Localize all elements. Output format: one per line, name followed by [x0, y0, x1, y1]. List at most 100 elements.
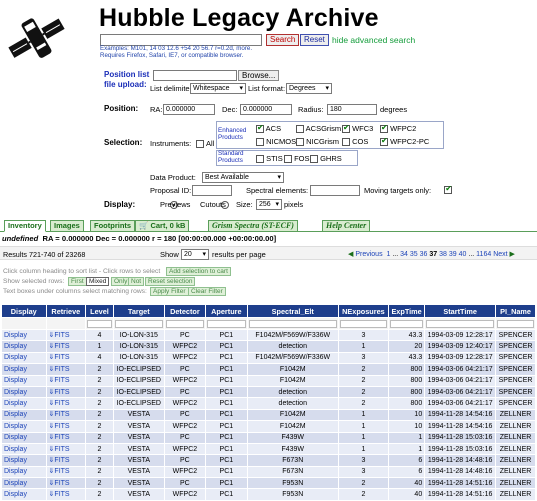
- ghrs-checkbox[interactable]: [310, 155, 318, 164]
- next-link[interactable]: Next: [493, 251, 507, 258]
- table-row[interactable]: Display ⇓FITS 2 VESTA WFPC2 PC1 F953N 2 40 1994-1…: [2, 489, 535, 500]
- file-path-input[interactable]: [153, 70, 237, 81]
- instrument-nicmos[interactable]: NICMOS: [256, 137, 296, 147]
- filter-input-level[interactable]: [87, 319, 112, 328]
- table-row[interactable]: Display ⇓FITS 1 IO-LON-315 WFPC2 PC1 detection…: [2, 341, 535, 352]
- fits-link[interactable]: ⇓FITS: [46, 443, 86, 455]
- tab-footprints[interactable]: Footprints: [90, 220, 136, 232]
- filter-input-aperture[interactable]: [207, 319, 246, 328]
- display-link[interactable]: Display: [4, 354, 27, 361]
- stis-checkbox[interactable]: [256, 155, 264, 164]
- column-header-spectral-elt[interactable]: Spectral_Elt: [247, 305, 338, 317]
- column-header-pi-name[interactable]: PI_Name: [496, 305, 535, 317]
- fits-link[interactable]: FITS: [54, 434, 69, 441]
- all-instruments-checkbox[interactable]: [196, 139, 204, 148]
- fits-link[interactable]: ⇓FITS: [46, 478, 86, 489]
- instrument-stis[interactable]: STIS: [256, 154, 283, 164]
- table-row[interactable]: Display ⇓FITS 2 VESTA PC PC1 F953N 2 40 1994-11-2…: [2, 478, 535, 489]
- fits-link[interactable]: FITS: [54, 400, 69, 407]
- fits-link[interactable]: FITS: [54, 411, 69, 418]
- previous-link[interactable]: Previous: [355, 251, 382, 258]
- mixed-button[interactable]: Mixed: [86, 277, 110, 286]
- display-link[interactable]: Display: [2, 386, 46, 398]
- table-row[interactable]: Display ⇓FITS 2 IO-ECLIPSED PC PC1 detection 2 8…: [2, 386, 535, 398]
- fits-link[interactable]: ⇓FITS: [46, 352, 86, 364]
- fits-link[interactable]: ⇓FITS: [46, 364, 86, 375]
- table-row[interactable]: Display ⇓FITS 2 VESTA WFPC2 PC1 F1042M 1 10 1994-…: [2, 421, 535, 432]
- fits-link[interactable]: ⇓FITS: [46, 330, 86, 341]
- page-link[interactable]: 34: [400, 251, 408, 258]
- display-link[interactable]: Display: [2, 375, 46, 386]
- table-row[interactable]: Display ⇓FITS 2 IO-ECLIPSED WFPC2 PC1 F1042M 2 8…: [2, 375, 535, 386]
- tab-inventory[interactable]: Inventory: [4, 220, 46, 232]
- instrument-wfc3[interactable]: WFC3: [342, 123, 373, 134]
- filter-input-exptime[interactable]: [389, 319, 424, 328]
- display-link[interactable]: Display: [2, 432, 46, 443]
- display-link[interactable]: Display: [2, 455, 46, 466]
- fits-link[interactable]: FITS: [54, 377, 69, 384]
- filter-cell[interactable]: [86, 318, 113, 329]
- display-link[interactable]: Display: [2, 352, 46, 364]
- column-header-starttime[interactable]: StartTime: [425, 305, 496, 317]
- display-link[interactable]: Display: [4, 366, 27, 373]
- column-header-detector[interactable]: Detector: [164, 305, 206, 317]
- filter-cell[interactable]: [113, 318, 164, 329]
- instrument-ghrs[interactable]: GHRS: [310, 154, 342, 164]
- display-link[interactable]: Display: [4, 411, 27, 418]
- display-link[interactable]: Display: [4, 423, 27, 430]
- fits-link[interactable]: ⇓FITS: [46, 489, 86, 500]
- page-link[interactable]: 35: [410, 251, 418, 258]
- fits-link[interactable]: ⇓FITS: [46, 341, 86, 352]
- page-link[interactable]: 38: [439, 251, 447, 258]
- display-link[interactable]: Display: [4, 389, 27, 396]
- previous-arrow-icon[interactable]: ◀: [348, 251, 353, 258]
- filter-cell[interactable]: [388, 318, 425, 329]
- radius-input[interactable]: 180: [327, 104, 377, 115]
- fits-link[interactable]: ⇓FITS: [46, 398, 86, 409]
- column-header-target[interactable]: Target: [113, 305, 164, 317]
- reset-selection-button[interactable]: Reset selection: [145, 277, 196, 286]
- acs-checkbox[interactable]: [256, 123, 264, 134]
- fits-link[interactable]: FITS: [54, 457, 69, 464]
- display-link[interactable]: Display: [4, 446, 27, 453]
- filter-cell[interactable]: [164, 318, 206, 329]
- fits-link[interactable]: FITS: [54, 423, 69, 430]
- display-link[interactable]: Display: [2, 489, 46, 500]
- display-link[interactable]: Display: [2, 341, 46, 352]
- filter-input-spectral-elt[interactable]: [248, 319, 337, 328]
- page-link[interactable]: 40: [459, 251, 467, 258]
- column-header-level[interactable]: Level: [86, 305, 113, 317]
- filter-cell[interactable]: [206, 318, 247, 329]
- fos-checkbox[interactable]: [284, 155, 292, 164]
- cos-checkbox[interactable]: [342, 138, 350, 147]
- table-row[interactable]: Display ⇓FITS 2 VESTA WFPC2 PC1 F439W 1 1 1994-11…: [2, 443, 535, 455]
- nicgrism-checkbox[interactable]: [296, 138, 304, 147]
- display-link[interactable]: Display: [2, 466, 46, 478]
- tab-images[interactable]: Images: [50, 220, 84, 232]
- filter-cell[interactable]: [496, 318, 535, 329]
- fits-link[interactable]: FITS: [54, 354, 69, 361]
- instrument-fos[interactable]: FOS: [284, 154, 310, 164]
- display-link[interactable]: Display: [4, 332, 27, 339]
- not-button[interactable]: Not: [128, 277, 145, 286]
- display-link[interactable]: Display: [4, 480, 27, 487]
- acsgrism-checkbox[interactable]: [296, 125, 304, 134]
- table-row[interactable]: Display ⇓FITS 2 VESTA PC PC1 F439W 1 1 1994-11-28…: [2, 432, 535, 443]
- instrument-wfpc2-pc[interactable]: WFPC2-PC: [380, 136, 429, 147]
- page-link[interactable]: 1: [386, 251, 390, 258]
- fits-link[interactable]: ⇓FITS: [46, 455, 86, 466]
- list-format-select[interactable]: Degrees: [286, 83, 332, 94]
- display-link[interactable]: Display: [2, 364, 46, 375]
- display-link[interactable]: Display: [4, 468, 27, 475]
- next-arrow-icon[interactable]: ▶: [510, 251, 515, 258]
- filter-input-nexposures[interactable]: [339, 319, 387, 328]
- display-link[interactable]: Display: [2, 443, 46, 455]
- display-link[interactable]: Display: [4, 491, 27, 498]
- hide-advanced-search-link[interactable]: hide advanced search: [332, 35, 415, 45]
- instrument-nicgrism[interactable]: NICGrism: [296, 137, 339, 147]
- table-row[interactable]: Display ⇓FITS 2 IO-ECLIPSED PC PC1 F1042M 2 800 1…: [2, 364, 535, 375]
- display-link[interactable]: Display: [2, 330, 46, 341]
- first-button[interactable]: First: [68, 277, 87, 286]
- spectral-elements-input[interactable]: [310, 185, 360, 196]
- wfc3-checkbox[interactable]: [342, 123, 350, 134]
